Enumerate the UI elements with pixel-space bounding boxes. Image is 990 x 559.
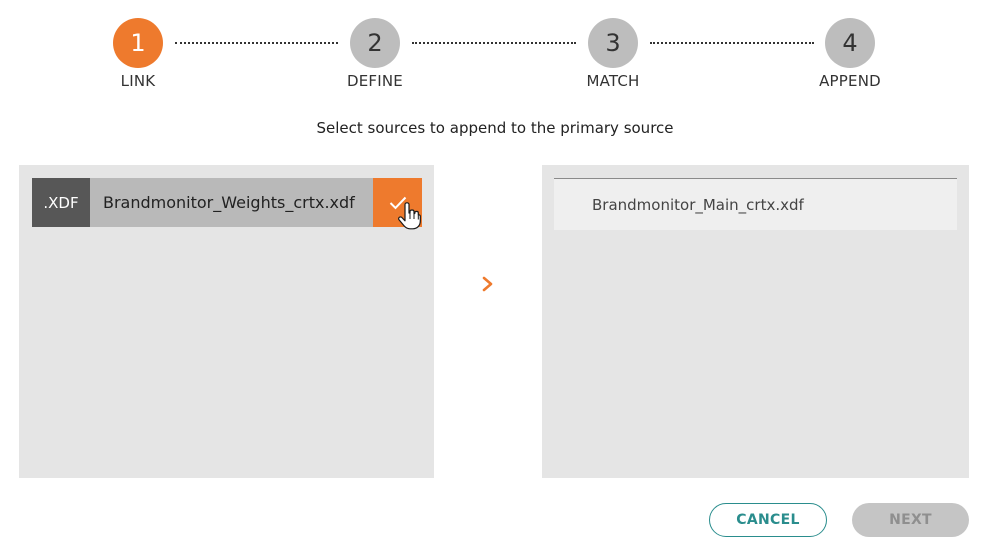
select-source-button[interactable] xyxy=(373,178,422,230)
step-label: DEFINE xyxy=(347,72,403,90)
step-number: 1 xyxy=(113,18,163,68)
next-button[interactable]: NEXT xyxy=(852,503,969,537)
available-sources-panel: .XDF Brandmonitor_Weights_crtx.xdf xyxy=(19,165,434,478)
step-number: 2 xyxy=(350,18,400,68)
step-match[interactable]: 3 MATCH xyxy=(553,18,673,90)
step-define[interactable]: 2 DEFINE xyxy=(315,18,435,90)
primary-source-panel: Brandmonitor_Main_crtx.xdf xyxy=(542,165,969,478)
primary-source-name: Brandmonitor_Main_crtx.xdf xyxy=(592,195,804,214)
hand-cursor-icon xyxy=(398,202,421,230)
step-connector xyxy=(412,42,576,44)
step-number: 4 xyxy=(825,18,875,68)
instruction-text: Select sources to append to the primary … xyxy=(316,119,674,137)
source-item[interactable]: .XDF Brandmonitor_Weights_crtx.xdf xyxy=(32,178,422,230)
cancel-button[interactable]: CANCEL xyxy=(709,503,827,537)
file-type-badge: .XDF xyxy=(32,178,90,227)
step-append[interactable]: 4 APPEND xyxy=(790,18,910,90)
chevron-right-icon[interactable] xyxy=(480,275,496,293)
step-connector xyxy=(175,42,338,44)
step-label: APPEND xyxy=(819,72,881,90)
primary-source-item[interactable]: Brandmonitor_Main_crtx.xdf xyxy=(554,178,957,230)
step-link[interactable]: 1 LINK xyxy=(78,18,198,90)
stepper: 1 LINK 2 DEFINE 3 MATCH 4 APPEND xyxy=(0,0,990,100)
step-number: 3 xyxy=(588,18,638,68)
source-name: Brandmonitor_Weights_crtx.xdf xyxy=(103,193,355,212)
step-label: LINK xyxy=(120,72,156,90)
step-label: MATCH xyxy=(586,72,640,90)
